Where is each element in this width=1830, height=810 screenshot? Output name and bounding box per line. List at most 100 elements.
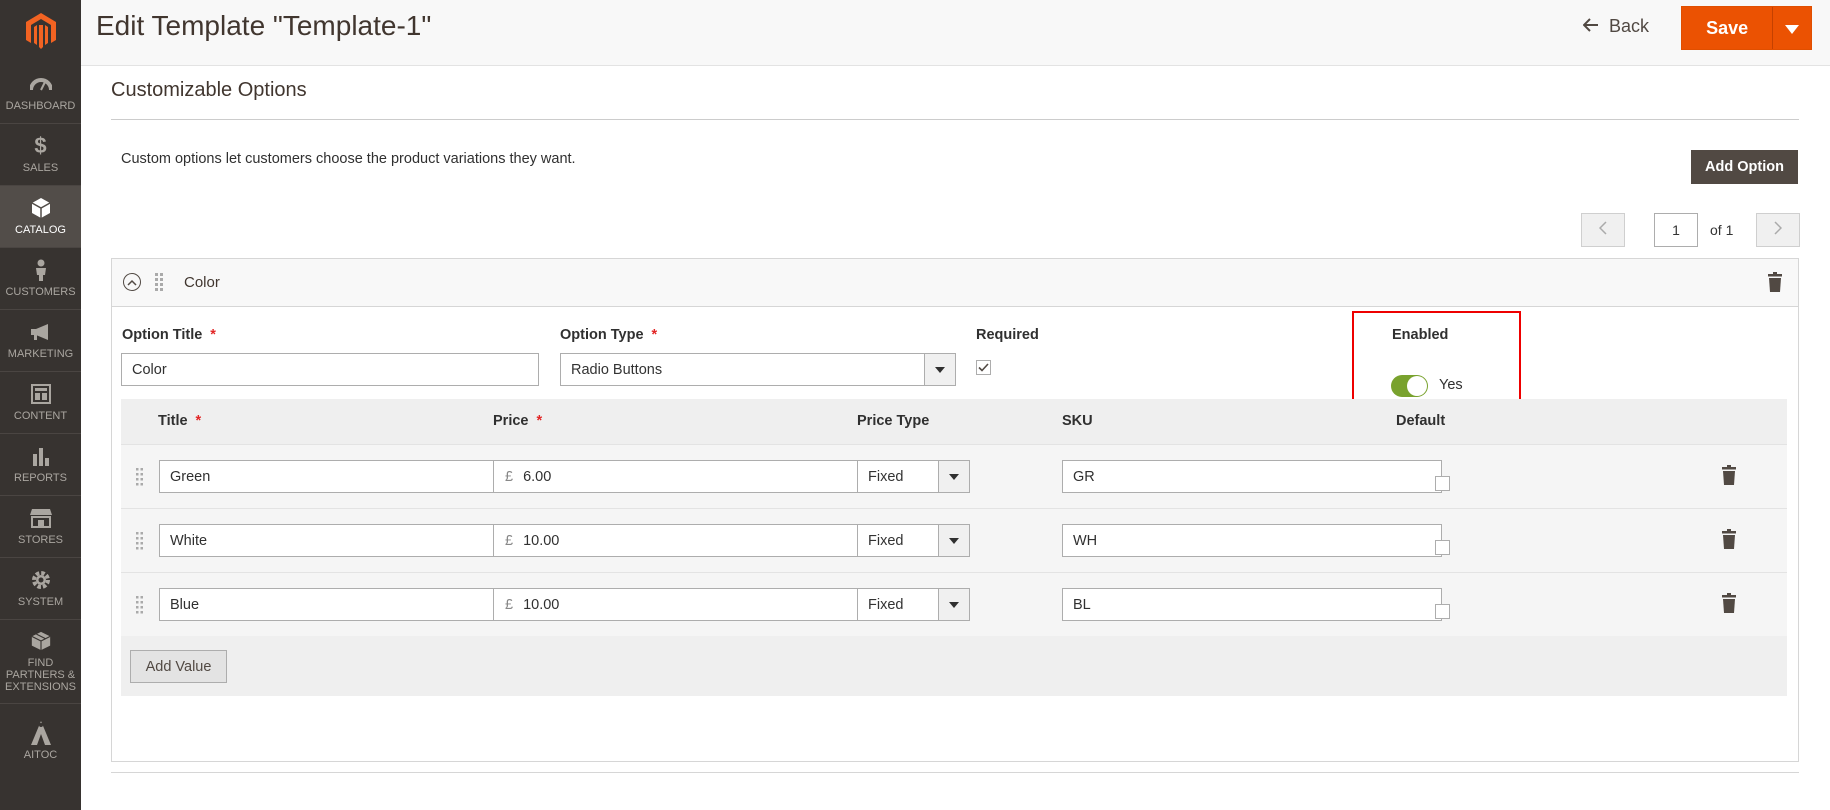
sidebar-item-find-partners[interactable]: FIND PARTNERS & EXTENSIONS [0, 620, 81, 704]
option-type-label: Option Type * [560, 327, 657, 343]
sidebar-item-label: SALES [22, 162, 59, 174]
enabled-toggle-label: Yes [1439, 377, 1463, 393]
section-description: Custom options let customers choose the … [121, 151, 576, 167]
price-value: 10.00 [523, 532, 560, 549]
section-bottom-divider [111, 772, 1799, 773]
dashboard-icon [29, 73, 52, 95]
default-checkbox[interactable] [1435, 476, 1450, 491]
sidebar-item-reports[interactable]: REPORTS [0, 434, 81, 496]
drag-handle-icon[interactable] [136, 596, 143, 619]
store-icon [29, 507, 52, 529]
option-title-input[interactable]: Color [121, 353, 539, 386]
save-options-toggle[interactable] [1773, 7, 1811, 49]
drag-handle-icon[interactable] [155, 273, 163, 296]
save-button[interactable]: Save [1682, 7, 1774, 49]
highlight-box [1352, 311, 1521, 404]
value-price-input[interactable]: £ 10.00 [493, 588, 909, 621]
collapse-icon[interactable] [123, 273, 141, 291]
column-header-default: Default [1396, 413, 1446, 429]
pager-total: of 1 [1710, 222, 1734, 238]
save-split-button: Save [1681, 6, 1812, 50]
aitoc-icon [30, 720, 52, 745]
value-title-input[interactable]: White [159, 524, 539, 557]
required-marker: * [536, 413, 543, 429]
required-marker: * [210, 327, 216, 343]
sidebar-item-dashboard[interactable]: DASHBOARD [0, 62, 81, 124]
sidebar-item-label: CUSTOMERS [5, 286, 76, 298]
sidebar-item-label: FIND PARTNERS & EXTENSIONS [5, 657, 76, 693]
value-title-input[interactable]: Green [159, 460, 539, 493]
price-type-value: Fixed [868, 532, 904, 549]
option-values-table: Title * Price * Price Type SKU Default Gre… [121, 399, 1787, 696]
required-checkbox[interactable] [976, 360, 991, 375]
admin-sidebar: DASHBOARD $ SALES CATALOG CUSTOMERS MARK… [0, 0, 81, 810]
boxes-icon [30, 630, 52, 652]
option-block: Color Option Title * Color Option Type * R… [111, 258, 1799, 762]
sidebar-item-label: REPORTS [14, 472, 67, 484]
table-row: White £ 10.00 Fixed WH [121, 508, 1787, 572]
megaphone-icon [30, 321, 52, 343]
back-button[interactable]: Back [1582, 16, 1650, 37]
price-type-value: Fixed [868, 596, 904, 613]
delete-value-trash-icon[interactable] [1722, 593, 1736, 618]
bar-chart-icon [30, 445, 52, 467]
price-type-select[interactable]: Fixed [857, 460, 970, 493]
option-header[interactable]: Color [112, 259, 1798, 307]
drag-handle-icon[interactable] [136, 468, 143, 491]
value-title-input[interactable]: Blue [159, 588, 539, 621]
delete-value-trash-icon[interactable] [1722, 465, 1736, 490]
currency-symbol: £ [505, 596, 514, 613]
sidebar-item-catalog[interactable]: CATALOG [0, 186, 81, 248]
value-price-input[interactable]: £ 10.00 [493, 524, 909, 557]
sidebar-item-system[interactable]: SYSTEM [0, 558, 81, 620]
caret-down-icon [1785, 18, 1800, 39]
option-name: Color [184, 274, 220, 291]
price-type-select[interactable]: Fixed [857, 524, 970, 557]
sku-input[interactable]: BL [1062, 588, 1442, 621]
sidebar-item-sales[interactable]: $ SALES [0, 124, 81, 186]
pager-page-input[interactable]: 1 [1654, 213, 1698, 247]
option-type-select[interactable]: Radio Buttons [560, 353, 956, 386]
price-type-select[interactable]: Fixed [857, 588, 970, 621]
default-checkbox[interactable] [1435, 604, 1450, 619]
section-title: Customizable Options [111, 79, 307, 101]
required-label: Required [976, 327, 1039, 343]
add-option-button[interactable]: Add Option [1691, 150, 1798, 184]
back-button-label: Back [1609, 16, 1650, 36]
chevron-right-icon [1774, 220, 1783, 240]
sidebar-item-content[interactable]: CONTENT [0, 372, 81, 434]
sku-input[interactable]: GR [1062, 460, 1442, 493]
person-icon [30, 259, 52, 281]
sidebar-item-label: SYSTEM [17, 596, 64, 608]
magento-logo[interactable] [0, 0, 81, 62]
drag-handle-icon[interactable] [136, 532, 143, 555]
delete-option-trash-icon[interactable] [1768, 272, 1782, 297]
pager-next-button[interactable] [1756, 213, 1800, 247]
sidebar-item-label: DASHBOARD [5, 100, 76, 112]
option-type-label-text: Option Type [560, 327, 644, 343]
pager-prev-button[interactable] [1581, 213, 1625, 247]
default-checkbox[interactable] [1435, 540, 1450, 555]
sidebar-item-customers[interactable]: CUSTOMERS [0, 248, 81, 310]
price-value: 6.00 [523, 468, 552, 485]
sidebar-item-label: CATALOG [15, 224, 66, 236]
chevron-left-icon [1598, 220, 1607, 240]
dollar-icon: $ [34, 133, 47, 158]
magento-logo-icon [25, 13, 56, 49]
delete-value-trash-icon[interactable] [1722, 529, 1736, 554]
add-value-button[interactable]: Add Value [130, 650, 227, 683]
value-price-input[interactable]: £ 6.00 [493, 460, 909, 493]
sidebar-item-stores[interactable]: STORES [0, 496, 81, 558]
sidebar-item-marketing[interactable]: MARKETING [0, 310, 81, 372]
required-marker: * [651, 327, 658, 343]
arrow-left-icon [1582, 16, 1599, 37]
enabled-toggle[interactable] [1391, 375, 1428, 397]
sidebar-item-label: STORES [17, 534, 64, 546]
caret-down-icon [938, 461, 969, 492]
currency-symbol: £ [505, 532, 514, 549]
page-header: Edit Template "Template-1" Back Save [81, 0, 1830, 66]
sidebar-item-label: MARKETING [7, 348, 74, 360]
column-header-price-type: Price Type [857, 413, 930, 429]
sku-input[interactable]: WH [1062, 524, 1442, 557]
sidebar-item-aitoc[interactable]: AITOC [0, 704, 81, 778]
